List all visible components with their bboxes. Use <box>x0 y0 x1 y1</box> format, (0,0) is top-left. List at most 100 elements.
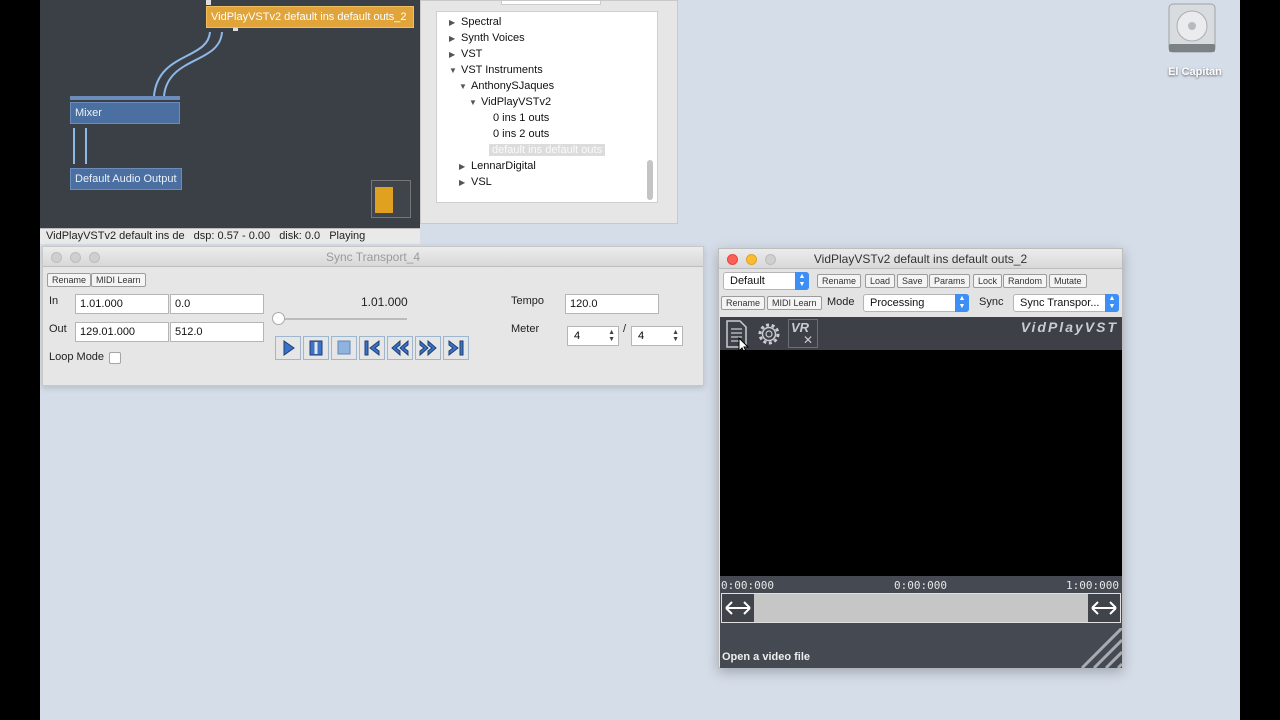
zoom-button[interactable] <box>765 254 776 265</box>
zoom-button[interactable] <box>89 252 100 263</box>
out-position-field[interactable]: 129.01.000 <box>75 322 169 342</box>
minimize-button[interactable] <box>70 252 81 263</box>
save-button[interactable]: Save <box>897 274 928 288</box>
mixer-module[interactable]: Mixer <box>70 102 180 124</box>
timeline-track[interactable] <box>721 593 1121 623</box>
in-label: In <box>49 295 59 307</box>
tree-item-lennardigital[interactable]: ▶ LennarDigital <box>459 158 536 174</box>
vidplay-status-text: Open a video file <box>722 651 811 663</box>
hard-drive-icon[interactable] <box>1166 0 1218 56</box>
mode-select[interactable]: Processing ▲ ▼ <box>863 294 969 312</box>
position-display: 1.01.000 <box>361 295 408 309</box>
patcher-window: VidPlayVSTv2 default ins default outs_2 … <box>40 0 420 244</box>
time-current: 0:00:000 <box>894 579 947 592</box>
go-to-end-button[interactable] <box>443 336 469 360</box>
lock-button[interactable]: Lock <box>973 274 1003 288</box>
tree-item-vst-instruments[interactable]: ▼ VST Instruments <box>449 62 543 78</box>
status-dsp: dsp: 0.57 - 0.00 <box>193 230 271 242</box>
close-button[interactable] <box>727 254 738 265</box>
tree-item-default-ins-default-outs[interactable]: default ins default outs <box>489 142 606 158</box>
audio-output-module[interactable]: Default Audio Output <box>70 168 182 190</box>
sync-label: Sync <box>979 296 1004 308</box>
tempo-label: Tempo <box>511 295 545 307</box>
rewind-icon <box>391 339 409 357</box>
play-button[interactable] <box>275 336 301 360</box>
meter-label: Meter <box>511 323 540 335</box>
position-slider-track[interactable] <box>279 318 407 320</box>
collapsed-triangle-icon[interactable]: ▶ <box>449 31 461 47</box>
select-arrows-icon: ▲ ▼ <box>795 272 809 290</box>
preset-select[interactable]: Default ▲ ▼ <box>723 272 809 290</box>
tree-item-anthonysjaques[interactable]: ▼ AnthonySJaques <box>459 78 554 94</box>
plugin-tree[interactable]: ▶ Spectral ▶ Synth Voices ▶ VST ▼ VST Instru… <box>436 11 658 203</box>
time-end: 1:00:000 <box>1066 579 1119 592</box>
rename-button[interactable]: Rename <box>47 273 92 287</box>
rename-button[interactable]: Rename <box>817 274 862 288</box>
mutate-button[interactable]: Mutate <box>1049 274 1087 288</box>
skip-forward-icon <box>448 339 464 357</box>
patch-status-bar: VidPlayVSTv2 default ins de dsp: 0.57 - … <box>40 228 420 244</box>
patch-canvas[interactable]: VidPlayVSTv2 default ins default outs_2 … <box>40 0 420 228</box>
vidplay-timeline-panel: 0:00:000 0:00:000 1:00:000 Open a video … <box>720 576 1122 668</box>
stepper-arrows-icon[interactable]: ▲ ▼ <box>672 329 679 343</box>
tree-item-0ins-1outs[interactable]: 0 ins 1 outs <box>493 110 549 126</box>
close-button[interactable] <box>51 252 62 263</box>
in-seconds-field[interactable]: 0.0 <box>170 294 264 314</box>
rewind-button[interactable] <box>387 336 413 360</box>
load-button[interactable]: Load <box>865 274 896 288</box>
tempo-field[interactable]: 120.0 <box>565 294 659 314</box>
collapsed-triangle-icon[interactable]: ▶ <box>449 47 461 63</box>
pause-button[interactable] <box>303 336 329 360</box>
close-x-icon: ✕ <box>803 333 814 347</box>
expanded-triangle-icon[interactable]: ▼ <box>469 95 481 111</box>
loop-mode-checkbox[interactable] <box>109 352 121 364</box>
meter-numerator-stepper[interactable]: 4 ▲ ▼ <box>567 326 619 346</box>
vidplay-brand-logo: VidPlayVST <box>1020 319 1118 335</box>
midi-learn-button[interactable]: MIDI Learn <box>91 273 146 287</box>
params-button[interactable]: Params <box>929 274 971 288</box>
play-icon <box>283 340 295 356</box>
pause-icon <box>309 340 323 356</box>
meter-box <box>371 180 411 218</box>
range-end-handle[interactable] <box>1088 594 1120 622</box>
resize-grip-icon[interactable] <box>1078 628 1122 668</box>
out-seconds-field[interactable]: 512.0 <box>170 322 264 342</box>
sync-titlebar[interactable]: Sync Transport_4 <box>43 247 703 267</box>
go-to-start-button[interactable] <box>359 336 385 360</box>
tree-item-vst[interactable]: ▶ VST <box>449 46 482 62</box>
rename-button-2[interactable]: Rename <box>721 296 766 310</box>
time-start: 0:00:000 <box>721 579 774 592</box>
midi-learn-button[interactable]: MIDI Learn <box>767 296 822 310</box>
plugin-module-vidplay[interactable]: VidPlayVSTv2 default ins default outs_2 <box>206 6 414 28</box>
tree-scrollbar[interactable] <box>647 160 653 200</box>
position-slider-thumb[interactable] <box>272 312 285 325</box>
range-start-handle[interactable] <box>722 594 754 622</box>
video-display[interactable] <box>720 350 1122 576</box>
desktop: VidPlayVSTv2 default ins default outs_2 … <box>40 0 1240 720</box>
collapsed-triangle-icon[interactable]: ▶ <box>459 175 471 191</box>
gear-icon[interactable] <box>754 319 784 349</box>
collapsed-triangle-icon[interactable]: ▶ <box>449 15 461 31</box>
tree-item-vidplayvstv2[interactable]: ▼ VidPlayVSTv2 <box>469 94 551 110</box>
skip-back-icon <box>364 339 380 357</box>
expanded-triangle-icon[interactable]: ▼ <box>449 63 461 79</box>
in-position-field[interactable]: 1.01.000 <box>75 294 169 314</box>
tree-item-vsl[interactable]: ▶ VSL <box>459 174 492 190</box>
meter-denominator-stepper[interactable]: 4 ▲ ▼ <box>631 326 683 346</box>
status-plugin-name: VidPlayVSTv2 default ins de <box>46 230 185 242</box>
status-state: Playing <box>329 230 366 242</box>
fast-forward-button[interactable] <box>415 336 441 360</box>
vr-toggle[interactable]: VR ✕ <box>788 319 818 348</box>
tree-item-synth-voices[interactable]: ▶ Synth Voices <box>449 30 525 46</box>
random-button[interactable]: Random <box>1003 274 1048 288</box>
tree-item-0ins-2outs[interactable]: 0 ins 2 outs <box>493 126 549 142</box>
hard-drive-label[interactable]: El Capitan <box>1152 66 1238 78</box>
expanded-triangle-icon[interactable]: ▼ <box>459 79 471 95</box>
stop-button[interactable] <box>331 336 357 360</box>
vidplay-titlebar[interactable]: VidPlayVSTv2 default ins default outs_2 <box>719 249 1122 269</box>
stepper-arrows-icon[interactable]: ▲ ▼ <box>608 329 615 343</box>
sync-select[interactable]: Sync Transpor... ▲ ▼ <box>1013 294 1119 312</box>
minimize-button[interactable] <box>746 254 757 265</box>
tree-item-spectral[interactable]: ▶ Spectral <box>449 14 501 30</box>
collapsed-triangle-icon[interactable]: ▶ <box>459 159 471 175</box>
